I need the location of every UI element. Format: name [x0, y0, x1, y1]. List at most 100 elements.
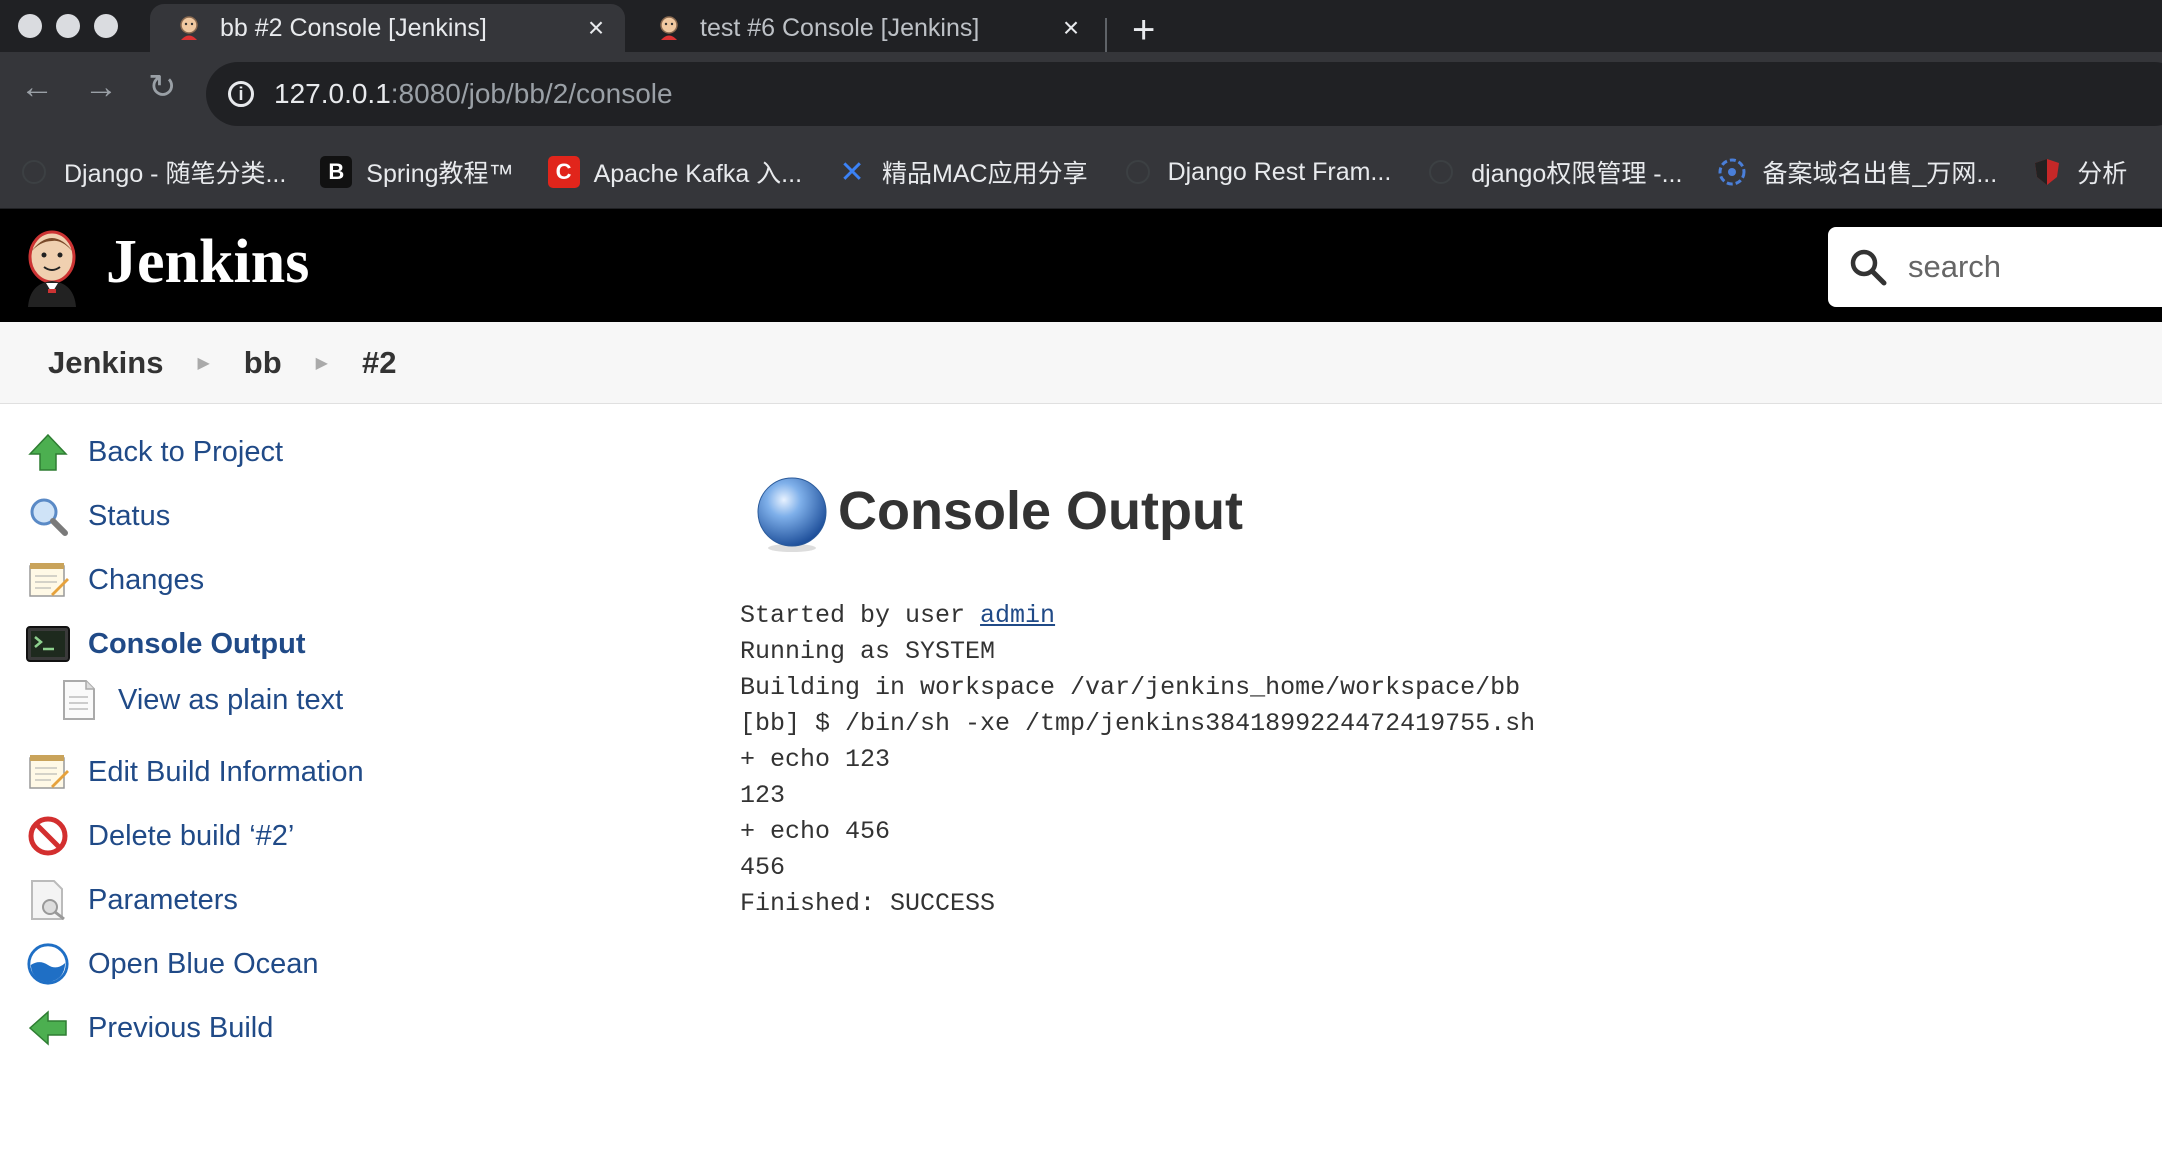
sidebar-item-label: Changes: [88, 563, 205, 596]
domain-icon: [1716, 156, 1748, 188]
address-bar[interactable]: i 127.0.0.1:8080/job/bb/2/console: [206, 62, 2162, 126]
console-line: Started by user: [740, 601, 981, 630]
jenkins-title[interactable]: Jenkins: [106, 227, 309, 298]
x-icon: ✕: [839, 155, 865, 189]
terminal-icon: [26, 622, 70, 666]
bookmark-label: django权限管理 -...: [1471, 160, 1683, 188]
user-link[interactable]: admin: [980, 601, 1055, 630]
search-input[interactable]: [1906, 248, 2162, 286]
console-line: + echo 123: [740, 745, 891, 774]
bookmark-item[interactable]: 备案域名出售_万网...: [1716, 154, 1997, 190]
search-icon: [1850, 249, 1887, 286]
chevron-right-icon[interactable]: ▶: [316, 353, 328, 373]
c-icon: C: [547, 156, 580, 188]
sidebar-item-edit-build-information[interactable]: Edit Build Information: [26, 750, 364, 794]
bookmark-item[interactable]: Django Rest Fram...: [1122, 156, 1392, 188]
browser-tab-inactive[interactable]: test #6 Console [Jenkins] ×: [630, 4, 1100, 52]
console-line: Building in workspace /var/jenkins_home/…: [740, 673, 1521, 702]
sidebar-item-label: Parameters: [88, 883, 238, 916]
search-box: [1828, 227, 2162, 307]
sidebar-item-label: Edit Build Information: [88, 755, 364, 788]
breadcrumb-build[interactable]: #2: [362, 345, 396, 381]
bookmark-item[interactable]: B Spring教程™: [320, 154, 514, 190]
console-line: [bb] $ /bin/sh -xe /tmp/jenkins384189922…: [740, 709, 1536, 738]
sidebar-item-label: Delete build ‘#2’: [88, 819, 295, 852]
sidebar-item-label: View as plain text: [118, 683, 344, 716]
minimize-window-button[interactable]: [56, 14, 80, 38]
bookmark-label: 精品MAC应用分享: [882, 160, 1088, 188]
new-tab-button[interactable]: +: [1132, 8, 1155, 53]
tab-separator: [1105, 18, 1107, 54]
browser-tab-active[interactable]: bb #2 Console [Jenkins] ×: [150, 4, 625, 52]
jenkins-logo-icon[interactable]: [22, 227, 82, 307]
breadcrumb-job[interactable]: bb: [244, 345, 282, 381]
url-path: :8080/job/bb/2/console: [390, 78, 673, 109]
console-line: 456: [740, 853, 786, 882]
bookmark-item[interactable]: C Apache Kafka 入...: [547, 154, 803, 190]
blue-ocean-icon: [26, 942, 70, 986]
console-line: 123: [740, 781, 786, 810]
console-output-text: Started by user admin Running as SYSTEM …: [740, 598, 1535, 922]
sidebar-item-label: Console Output: [88, 627, 306, 660]
forward-arrow-icon[interactable]: →: [84, 70, 118, 104]
bookmark-label: Django Rest Fram...: [1167, 157, 1392, 186]
browser-toolbar: ← → ↻ i 127.0.0.1:8080/job/bb/2/console: [0, 52, 2162, 136]
globe-icon: [1122, 156, 1154, 188]
sidebar-item-previous-build[interactable]: Previous Build: [26, 1006, 273, 1050]
blue-ball-status-icon: [757, 477, 827, 552]
globe-icon: [1425, 156, 1457, 188]
shield-icon: [2031, 156, 2063, 188]
jenkins-header: Jenkins: [0, 209, 2162, 322]
console-line: + echo 456: [740, 817, 891, 846]
left-arrow-icon: [26, 1006, 70, 1050]
close-window-button[interactable]: [18, 14, 42, 38]
site-info-icon[interactable]: i: [228, 81, 254, 107]
sidebar-item-view-as-plain-text[interactable]: View as plain text: [56, 678, 343, 722]
tab-title: test #6 Console [Jenkins]: [700, 13, 980, 42]
breadcrumb-jenkins[interactable]: Jenkins: [48, 345, 163, 381]
no-entry-icon: [26, 814, 70, 858]
document-icon: [56, 678, 100, 722]
maximize-window-button[interactable]: [94, 14, 118, 38]
sidebar-item-label: Previous Build: [88, 1011, 274, 1044]
reload-icon[interactable]: ↻: [148, 70, 177, 104]
tab-close-icon[interactable]: ×: [581, 12, 611, 44]
bookmark-label: 分析: [2077, 160, 2128, 188]
tab-close-icon[interactable]: ×: [1056, 12, 1086, 44]
sidebar-item-label: Open Blue Ocean: [88, 947, 319, 980]
url-host: 127.0.0.1: [274, 78, 391, 109]
bookmark-item[interactable]: ✕ 精品MAC应用分享: [836, 154, 1088, 190]
breadcrumb: Jenkins ▶ bb ▶ #2: [0, 322, 2162, 404]
sidebar-item-delete-build[interactable]: Delete build ‘#2’: [26, 814, 294, 858]
back-arrow-icon[interactable]: ←: [20, 70, 54, 104]
chevron-right-icon[interactable]: ▶: [197, 353, 209, 373]
magnifier-icon: [26, 494, 70, 538]
jenkins-favicon-icon: [654, 13, 684, 43]
jenkins-favicon-icon: [174, 13, 204, 43]
sidebar-item-changes[interactable]: Changes: [26, 558, 204, 602]
bookmark-item[interactable]: 分析: [2031, 154, 2127, 190]
notepad-icon: [26, 750, 70, 794]
sidebar-item-status[interactable]: Status: [26, 494, 170, 538]
parameters-icon: [26, 878, 70, 922]
console-line: Finished: SUCCESS: [740, 889, 996, 918]
sidebar-item-label: Status: [88, 499, 171, 532]
bookmarks-bar: Django - 随笔分类... B Spring教程™ C Apache Ka…: [0, 136, 2162, 209]
bookmark-label: 备案域名出售_万网...: [1762, 160, 1998, 188]
b-icon: B: [320, 156, 353, 188]
sidebar-item-open-blue-ocean[interactable]: Open Blue Ocean: [26, 942, 319, 986]
tab-title: bb #2 Console [Jenkins]: [220, 13, 487, 42]
sidebar-item-back-to-project[interactable]: Back to Project: [26, 430, 283, 474]
up-arrow-icon: [26, 430, 70, 474]
console-line: Running as SYSTEM: [740, 637, 996, 666]
sidebar-item-parameters[interactable]: Parameters: [26, 878, 238, 922]
bookmark-label: Spring教程™: [366, 160, 514, 188]
bookmark-label: Django - 随笔分类...: [64, 160, 287, 188]
page-title: Console Output: [838, 481, 1243, 541]
globe-icon: [18, 156, 50, 188]
bookmark-label: Apache Kafka 入...: [593, 160, 803, 188]
bookmark-item[interactable]: django权限管理 -...: [1425, 154, 1682, 190]
notepad-icon: [26, 558, 70, 602]
sidebar-item-console-output[interactable]: Console Output: [26, 622, 305, 666]
bookmark-item[interactable]: Django - 随笔分类...: [18, 154, 286, 190]
